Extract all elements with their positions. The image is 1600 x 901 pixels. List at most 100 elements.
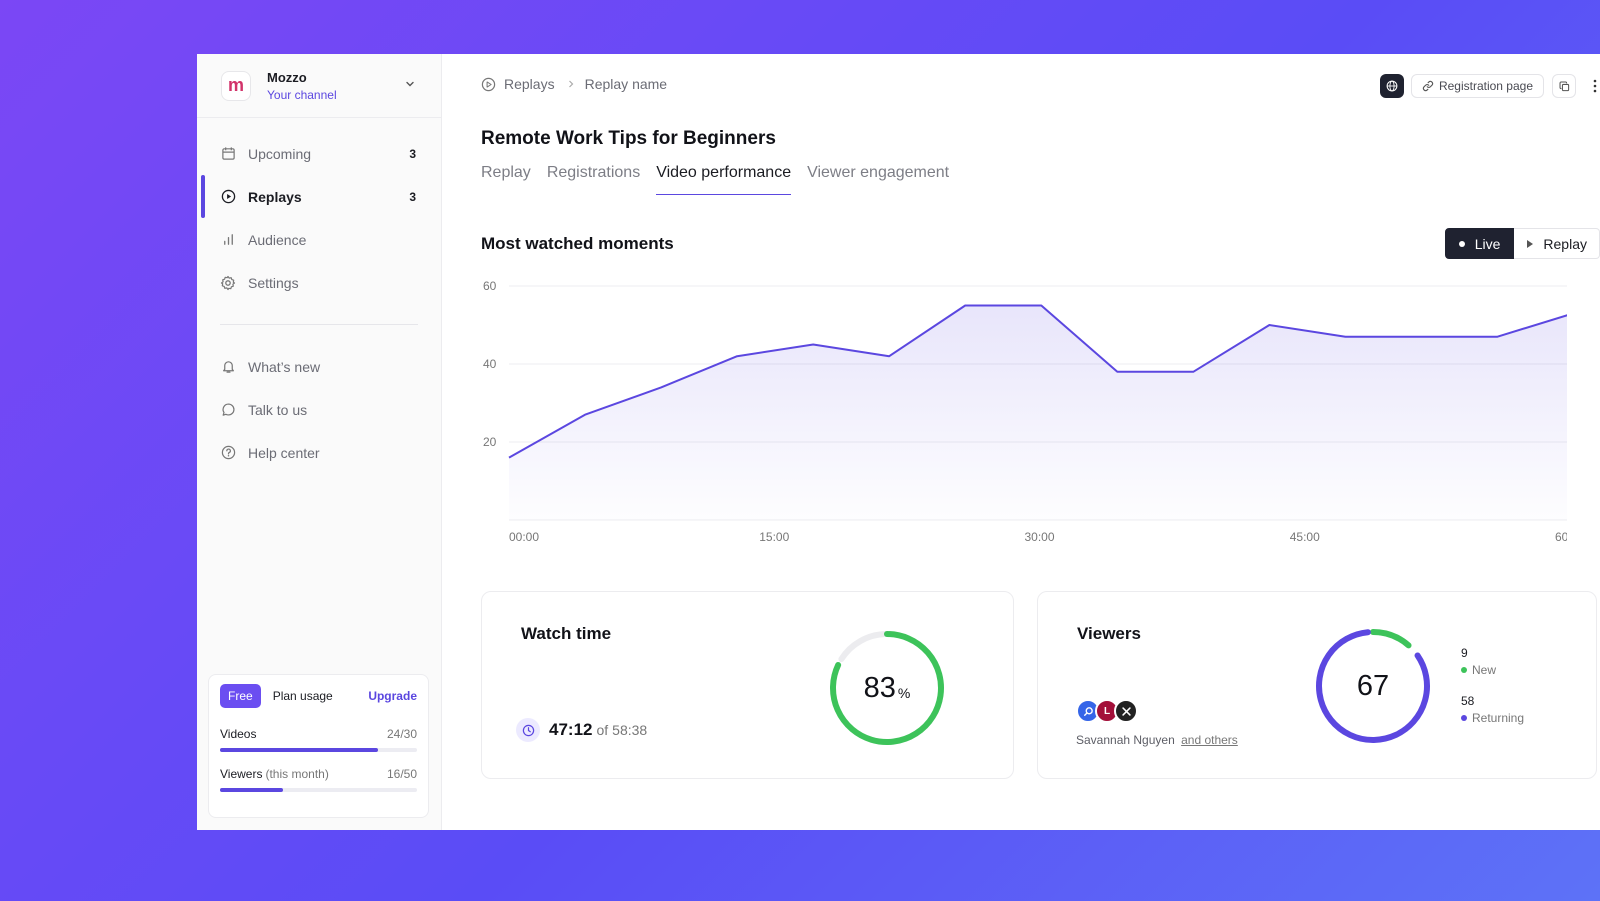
stats-cards: Watch time 47:12 of 58:38 83 % Viewers L… bbox=[481, 591, 1597, 779]
public-toggle-button[interactable] bbox=[1379, 74, 1404, 98]
sidebar-item-label: Help center bbox=[248, 444, 320, 461]
viewer-others-link[interactable]: and others bbox=[1181, 733, 1238, 747]
sidebar-item-help-center[interactable]: Help center bbox=[197, 431, 441, 474]
viewers-total-value: 67 bbox=[1356, 669, 1390, 702]
usage-value: 16/50 bbox=[386, 767, 417, 781]
usage-label-note: (this month) bbox=[265, 767, 329, 781]
y-tick-label: 40 bbox=[483, 357, 497, 371]
card-title: Watch time bbox=[521, 624, 612, 643]
legend-label: Returning bbox=[1472, 711, 1525, 725]
live-dot-icon bbox=[1458, 240, 1465, 247]
sidebar-item-label: Replays bbox=[248, 188, 302, 205]
usage-label: Viewers bbox=[220, 767, 263, 781]
live-replay-toggle: Live Replay bbox=[1444, 228, 1600, 259]
app-window: m Mozzo Your channel Upcoming 3 Replays … bbox=[197, 54, 1600, 830]
search-icon bbox=[1083, 706, 1093, 716]
usage-row-viewers: Viewers (this month) 16/50 bbox=[220, 767, 417, 792]
watch-time-total: 58:38 bbox=[612, 722, 648, 738]
usage-progress-fill bbox=[220, 788, 284, 792]
live-option-label: Live bbox=[1474, 235, 1501, 252]
calendar-icon bbox=[220, 146, 236, 162]
sidebar-item-replays[interactable]: Replays 3 bbox=[197, 175, 441, 218]
top-actions: Registration page bbox=[1379, 74, 1600, 98]
secondary-nav: What’s new Talk to us Help center bbox=[197, 345, 441, 474]
watch-percent-value: 83 bbox=[863, 671, 896, 704]
sidebar-item-count: 3 bbox=[409, 189, 416, 204]
sidebar-divider bbox=[220, 324, 418, 325]
channel-switcher[interactable]: m Mozzo Your channel bbox=[197, 54, 441, 118]
x-tick-label: 60:00 bbox=[1555, 530, 1567, 544]
usage-progress-bar bbox=[220, 748, 417, 752]
plan-badge: Free bbox=[220, 684, 261, 708]
copy-button[interactable] bbox=[1552, 74, 1576, 98]
usage-progress-fill bbox=[220, 748, 378, 752]
viewer-name: Savannah Nguyen bbox=[1076, 733, 1175, 747]
sidebar-item-label: What’s new bbox=[248, 358, 321, 375]
sidebar-item-upcoming[interactable]: Upcoming 3 bbox=[197, 132, 441, 175]
bar-chart-icon bbox=[220, 232, 236, 248]
play-circle-icon bbox=[481, 77, 496, 91]
most-watched-chart: 20 40 60 00:00 15:00 30:00 45:00 60:00 bbox=[483, 279, 1567, 544]
chart-header: Most watched moments Live Replay bbox=[481, 228, 1600, 259]
sidebar-item-audience[interactable]: Audience bbox=[197, 218, 441, 261]
sidebar-item-settings[interactable]: Settings bbox=[197, 261, 441, 304]
breadcrumb: Replays Replay name bbox=[481, 76, 667, 92]
registration-page-button[interactable]: Registration page bbox=[1410, 74, 1544, 98]
watch-time-stat: 47:12 of 58:38 bbox=[516, 718, 647, 742]
help-circle-icon bbox=[220, 445, 236, 461]
sidebar: m Mozzo Your channel Upcoming 3 Replays … bbox=[197, 54, 442, 830]
watch-time-of: of bbox=[596, 722, 609, 738]
sidebar-item-label: Settings bbox=[248, 274, 299, 291]
usage-progress-bar bbox=[220, 788, 417, 792]
replay-option-label: Replay bbox=[1543, 235, 1587, 252]
tab-registrations[interactable]: Registrations bbox=[547, 164, 640, 195]
viewer-avatars: L bbox=[1076, 699, 1138, 723]
x-logo-icon bbox=[1121, 706, 1131, 716]
usage-label: Videos bbox=[220, 727, 257, 741]
breadcrumb-current: Replay name bbox=[584, 76, 668, 92]
link-icon bbox=[1422, 80, 1434, 92]
x-tick-label: 15:00 bbox=[759, 530, 789, 544]
channel-name: Mozzo bbox=[267, 69, 307, 85]
legend-item-returning: 58 Returning bbox=[1461, 694, 1524, 725]
watch-time-card: Watch time 47:12 of 58:38 83 % bbox=[481, 591, 1014, 779]
globe-icon bbox=[1386, 80, 1398, 92]
viewers-card: Viewers L Savannah Nguyen and others 67 bbox=[1037, 591, 1597, 779]
usage-value: 24/30 bbox=[386, 727, 417, 741]
breadcrumb-root[interactable]: Replays bbox=[504, 76, 555, 92]
plan-usage-card: Free Plan usage Upgrade Videos 24/30 Vie… bbox=[208, 674, 429, 818]
chat-bubble-icon bbox=[220, 402, 236, 418]
page-title: Remote Work Tips for Beginners bbox=[481, 128, 776, 149]
bell-icon bbox=[220, 359, 236, 375]
tab-replay[interactable]: Replay bbox=[481, 164, 531, 195]
play-icon bbox=[1527, 239, 1534, 248]
x-tick-label: 45:00 bbox=[1290, 530, 1320, 544]
watch-time-value: 47:12 bbox=[549, 720, 593, 739]
clock-icon bbox=[516, 718, 540, 742]
viewers-total: 67 bbox=[1314, 627, 1432, 745]
play-circle-icon bbox=[220, 189, 236, 205]
more-menu-button[interactable] bbox=[1590, 77, 1600, 95]
upgrade-link[interactable]: Upgrade bbox=[368, 689, 417, 703]
usage-row-videos: Videos 24/30 bbox=[220, 727, 417, 752]
chevron-down-icon[interactable] bbox=[405, 79, 415, 89]
channel-logo: m bbox=[221, 70, 251, 101]
avatar bbox=[1114, 699, 1138, 723]
sidebar-item-label: Audience bbox=[248, 231, 307, 248]
tab-video-performance[interactable]: Video performance bbox=[656, 164, 791, 195]
legend-dot bbox=[1461, 667, 1467, 673]
section-title: Most watched moments bbox=[481, 233, 674, 253]
legend-item-new: 9 New bbox=[1461, 646, 1524, 677]
sidebar-item-whats-new[interactable]: What’s new bbox=[197, 345, 441, 388]
sidebar-item-talk-to-us[interactable]: Talk to us bbox=[197, 388, 441, 431]
live-option[interactable]: Live bbox=[1444, 228, 1515, 259]
legend-count: 58 bbox=[1461, 694, 1475, 708]
sidebar-item-count: 3 bbox=[409, 146, 416, 161]
tab-viewer-engagement[interactable]: Viewer engagement bbox=[807, 164, 949, 195]
chevron-right-icon bbox=[568, 80, 573, 88]
x-tick-label: 00:00 bbox=[509, 530, 539, 544]
gear-icon bbox=[220, 275, 236, 291]
legend-dot bbox=[1461, 715, 1467, 721]
x-tick-label: 30:00 bbox=[1024, 530, 1054, 544]
replay-option[interactable]: Replay bbox=[1514, 228, 1600, 259]
